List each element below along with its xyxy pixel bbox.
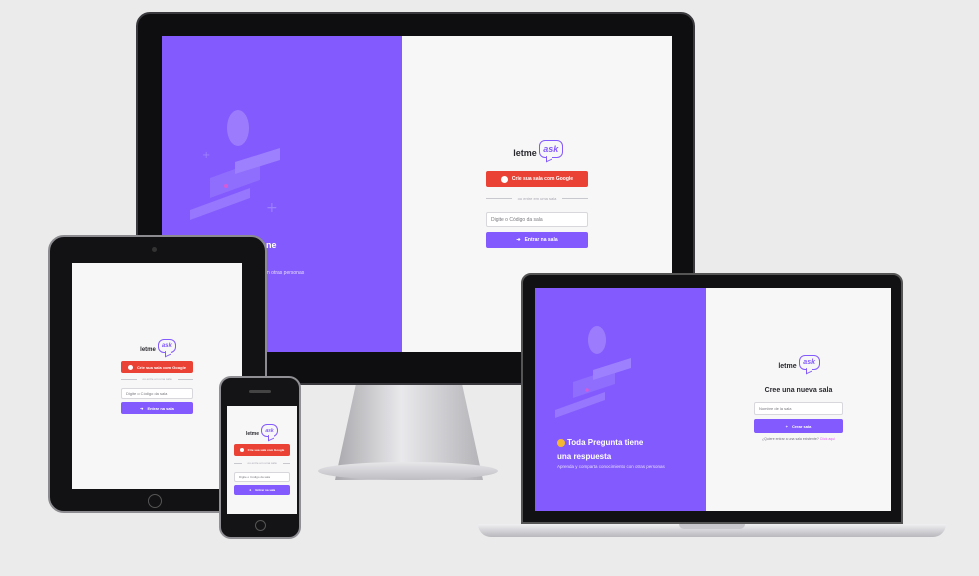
plus-icon: +: [785, 423, 788, 429]
login-icon: ➔: [248, 488, 252, 492]
desktop-google-button[interactable]: Crie sua sala com Google: [486, 171, 588, 187]
phone-room-code-input[interactable]: Digite o Código da sala: [234, 472, 290, 482]
google-icon: [239, 448, 244, 452]
tablet-home-button[interactable]: [148, 494, 162, 508]
desktop-room-code-input[interactable]: Digite o Código da sala: [486, 212, 588, 227]
laptop-lid: Toda Pregunta tiene una respuesta Aprend…: [521, 273, 903, 524]
tablet-enter-button[interactable]: ➔ Entrar na sala: [121, 402, 193, 414]
laptop-create-button[interactable]: + Crear sala: [754, 419, 843, 433]
svg-text:+: +: [266, 200, 278, 216]
laptop-aside: Toda Pregunta tiene una respuesta Aprend…: [535, 288, 706, 511]
laptop-notch: [679, 524, 745, 529]
tablet-room-code-input[interactable]: Digite o Código da sala: [121, 388, 193, 399]
desktop-logo: letme ask: [510, 138, 566, 158]
phone-speaker: [249, 390, 271, 393]
phone-logo: letme ask: [242, 423, 282, 437]
monitor-base: [318, 462, 498, 480]
phone-google-button[interactable]: Crie sua sala com Google: [234, 444, 290, 456]
laptop-main: letme ask Cree una nueva sala Nombre de …: [706, 288, 891, 511]
phone-enter-button[interactable]: ➔ Entrar na sala: [234, 485, 290, 495]
login-icon: ➔: [516, 237, 521, 243]
login-icon: ➔: [140, 405, 144, 411]
illustration-image: + +: [190, 110, 280, 220]
tablet-screen: letme ask Crie sua sala com Google ou en…: [72, 263, 242, 489]
laptop-join-prompt: ¿Quiere entrar a una sala existente? Cli…: [762, 437, 835, 441]
laptop-tagline: Aprenda y comparta conocimiento con otra…: [557, 464, 665, 469]
laptop-room-name-input[interactable]: Nombre de la sala: [754, 402, 843, 415]
phone-separator: ou entre em uma sala: [234, 461, 290, 465]
google-icon: [500, 175, 508, 183]
phone-screen: letme ask Crie sua sala com Google ou en…: [227, 406, 297, 514]
join-link[interactable]: Click aqui: [820, 437, 835, 441]
tablet-logo: letme ask: [138, 337, 178, 353]
laptop-logo: letme ask: [774, 352, 824, 370]
laptop-form-title: Cree una nueva sala: [764, 387, 833, 394]
tablet-camera: [152, 247, 157, 252]
google-icon: [128, 364, 134, 370]
tablet-separator: ou entre em uma sala: [121, 377, 193, 381]
desktop-separator: ou entre em uma sala: [486, 196, 588, 201]
laptop-screen: Toda Pregunta tiene una respuesta Aprend…: [535, 288, 891, 511]
phone-home-button[interactable]: [255, 520, 266, 531]
laptop-headline: Toda Pregunta tiene una respuesta: [557, 438, 644, 461]
svg-text:+: +: [202, 150, 210, 161]
desktop-enter-button[interactable]: ➔ Entrar na sala: [486, 232, 588, 248]
thinking-emoji-icon: [557, 439, 565, 447]
phone-frame: letme ask Crie sua sala com Google ou en…: [219, 376, 301, 539]
illustration-image: [555, 326, 631, 418]
tablet-google-button[interactable]: Crie sua sala com Google: [121, 361, 193, 373]
